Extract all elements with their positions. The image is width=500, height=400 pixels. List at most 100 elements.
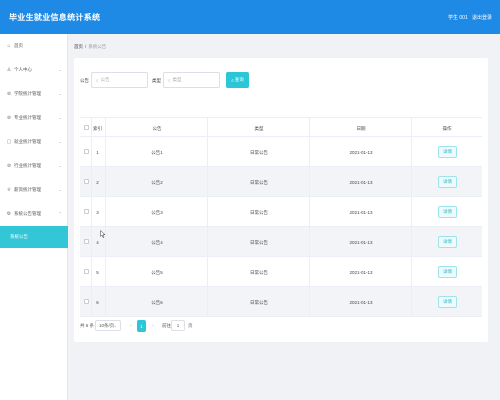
table-row: 3 公告3 日常公告 2021-01-13 详情 xyxy=(80,197,482,227)
sidebar-item-home[interactable]: ⌂ 首页 xyxy=(0,34,68,58)
goto-label: 前往 xyxy=(162,323,171,328)
cell-type: 日常公告 xyxy=(250,210,268,215)
sidebar-item-label: 专业统计管理 xyxy=(14,115,41,120)
column-divider xyxy=(91,117,92,317)
column-header-title: 公告 xyxy=(152,126,162,131)
sidebar-item-industry-stats[interactable]: ⊚ 行业统计管理 ⌄ xyxy=(0,154,68,178)
cell-type: 日常公告 xyxy=(250,240,268,245)
title-search-placeholder: 公告 xyxy=(100,77,110,82)
sidebar-item-employment-stats[interactable]: ▢ 就业统计管理 ⌄ xyxy=(0,130,68,154)
type-search-input[interactable]: ⌕ 类型 xyxy=(163,72,220,88)
search-icon: ⌕ xyxy=(96,77,99,83)
home-icon: ⌂ xyxy=(7,43,11,49)
detail-button[interactable]: 详情 xyxy=(438,266,457,278)
sidebar-item-major-stats[interactable]: ⊚ 专业统计管理 ⌄ xyxy=(0,106,68,130)
table-row: 4 公告4 日常公告 2021-01-13 详情 xyxy=(80,227,482,257)
cell-index: 6 xyxy=(96,300,99,305)
table-header: 索引 公告 类型 日期 操作 xyxy=(80,117,482,137)
column-divider xyxy=(309,117,310,317)
cell-title: 公告5 xyxy=(151,270,163,275)
cell-index: 1 xyxy=(96,150,99,155)
prev-page-button[interactable]: ‹ xyxy=(127,321,135,331)
sidebar-item-label: 首页 xyxy=(14,43,23,48)
cell-date: 2021-01-13 xyxy=(349,300,373,305)
column-divider xyxy=(411,117,412,317)
breadcrumb-home[interactable]: 首页 xyxy=(74,44,83,49)
sidebar: ⌂ 首页 ♙ 个人中心 ⌄ ⊚ 学院统计管理 ⌄ ⊚ 专业统计管理 ⌄ ▢ 就业… xyxy=(0,34,68,400)
cell-type: 日常公告 xyxy=(250,150,268,155)
total-count: 共 6 条 xyxy=(80,323,95,328)
app-title: 毕业生就业信息统计系统 xyxy=(9,13,101,22)
trophy-icon: ♕ xyxy=(6,187,12,193)
cell-title: 公告1 xyxy=(151,150,163,155)
detail-button[interactable]: 详情 xyxy=(438,206,457,218)
cell-date: 2021-01-13 xyxy=(349,270,373,275)
row-checkbox[interactable] xyxy=(84,209,89,214)
breadcrumb-current: 系统公告 xyxy=(88,44,107,49)
detail-button[interactable]: 详情 xyxy=(438,236,457,248)
table-row: 6 公告6 日常公告 2021-01-13 详情 xyxy=(80,287,482,317)
top-bar: 毕业生就业信息统计系统 学生 001 退出登录 xyxy=(0,0,500,34)
cell-type: 日常公告 xyxy=(250,300,268,305)
announcements-table: 索引 公告 类型 日期 操作 1 公告1 日常公告 2021-01-13 详情 … xyxy=(80,117,482,317)
row-checkbox[interactable] xyxy=(84,239,89,244)
page-number-current[interactable]: 1 xyxy=(137,320,146,332)
table-row: 5 公告5 日常公告 2021-01-13 详情 xyxy=(80,257,482,287)
type-search-placeholder: 类型 xyxy=(172,77,182,82)
row-checkbox[interactable] xyxy=(84,149,89,154)
cell-index: 4 xyxy=(96,240,99,245)
cell-date: 2021-01-13 xyxy=(349,180,373,185)
row-checkbox[interactable] xyxy=(84,269,89,274)
sidebar-item-salary-stats[interactable]: ♕ 薪资统计管理 ⌄ xyxy=(0,178,68,202)
cell-type: 日常公告 xyxy=(250,270,268,275)
cell-title: 公告2 xyxy=(151,180,163,185)
grid-icon: ⊚ xyxy=(6,163,12,169)
sidebar-item-college-stats[interactable]: ⊚ 学院统计管理 ⌄ xyxy=(0,82,68,106)
detail-button[interactable]: 详情 xyxy=(438,296,457,308)
cell-type: 日常公告 xyxy=(250,180,268,185)
title-search-input[interactable]: ⌕ 公告 xyxy=(91,72,148,88)
column-header-index: 索引 xyxy=(93,126,102,131)
search-button[interactable]: ⌕ 查询 xyxy=(226,72,249,88)
doc-icon: ▢ xyxy=(6,139,12,145)
settings-icon: ⚙ xyxy=(6,211,12,217)
sidebar-item-label: 学院统计管理 xyxy=(14,91,41,96)
sidebar-subitem-announcements[interactable]: 系统公告 xyxy=(0,226,68,248)
row-checkbox[interactable] xyxy=(84,179,89,184)
mouse-cursor-icon xyxy=(100,230,106,238)
chevron-down-icon: ⌄ xyxy=(58,163,62,168)
grid-icon: ⊚ xyxy=(6,115,12,121)
page-size-value: 10条/页 xyxy=(99,322,115,328)
sidebar-item-announcement-mgmt[interactable]: ⚙ 系统公告管理 ⌃ xyxy=(0,202,68,226)
column-header-type: 类型 xyxy=(254,126,264,131)
sidebar-item-label: 系统公告管理 xyxy=(14,211,41,216)
chevron-down-icon: ⌄ xyxy=(58,115,62,120)
page-size-select[interactable]: 10条/页 ⌄ xyxy=(95,320,121,331)
detail-button[interactable]: 详情 xyxy=(438,146,457,158)
column-divider xyxy=(105,117,106,317)
sidebar-item-personal-center[interactable]: ♙ 个人中心 ⌄ xyxy=(0,58,68,82)
chevron-down-icon: ⌄ xyxy=(113,323,117,328)
cell-date: 2021-01-13 xyxy=(349,150,373,155)
column-divider xyxy=(207,117,208,317)
logout-link[interactable]: 退出登录 xyxy=(472,14,492,21)
cell-title: 公告4 xyxy=(151,240,163,245)
user-name: 学生 001 xyxy=(448,15,468,21)
page-unit-label: 页 xyxy=(188,323,193,328)
goto-page-input[interactable]: 1 xyxy=(171,320,185,331)
chevron-down-icon: ⌄ xyxy=(58,187,62,192)
cell-index: 3 xyxy=(96,210,99,215)
chevron-down-icon: ⌄ xyxy=(58,91,62,96)
search-icon: ⌕ xyxy=(168,77,171,83)
row-checkbox[interactable] xyxy=(84,299,89,304)
cell-index: 5 xyxy=(96,270,99,275)
grid-icon: ⊚ xyxy=(6,91,12,97)
next-page-button[interactable]: › xyxy=(149,321,157,331)
breadcrumb: 首页 / 系统公告 xyxy=(74,44,106,50)
chevron-up-icon: ⌃ xyxy=(58,211,62,216)
chevron-down-icon: ⌄ xyxy=(58,139,62,144)
sidebar-item-label: 个人中心 xyxy=(14,67,32,72)
detail-button[interactable]: 详情 xyxy=(438,176,457,188)
search-button-label: 查询 xyxy=(234,77,244,82)
select-all-checkbox[interactable] xyxy=(84,125,89,130)
